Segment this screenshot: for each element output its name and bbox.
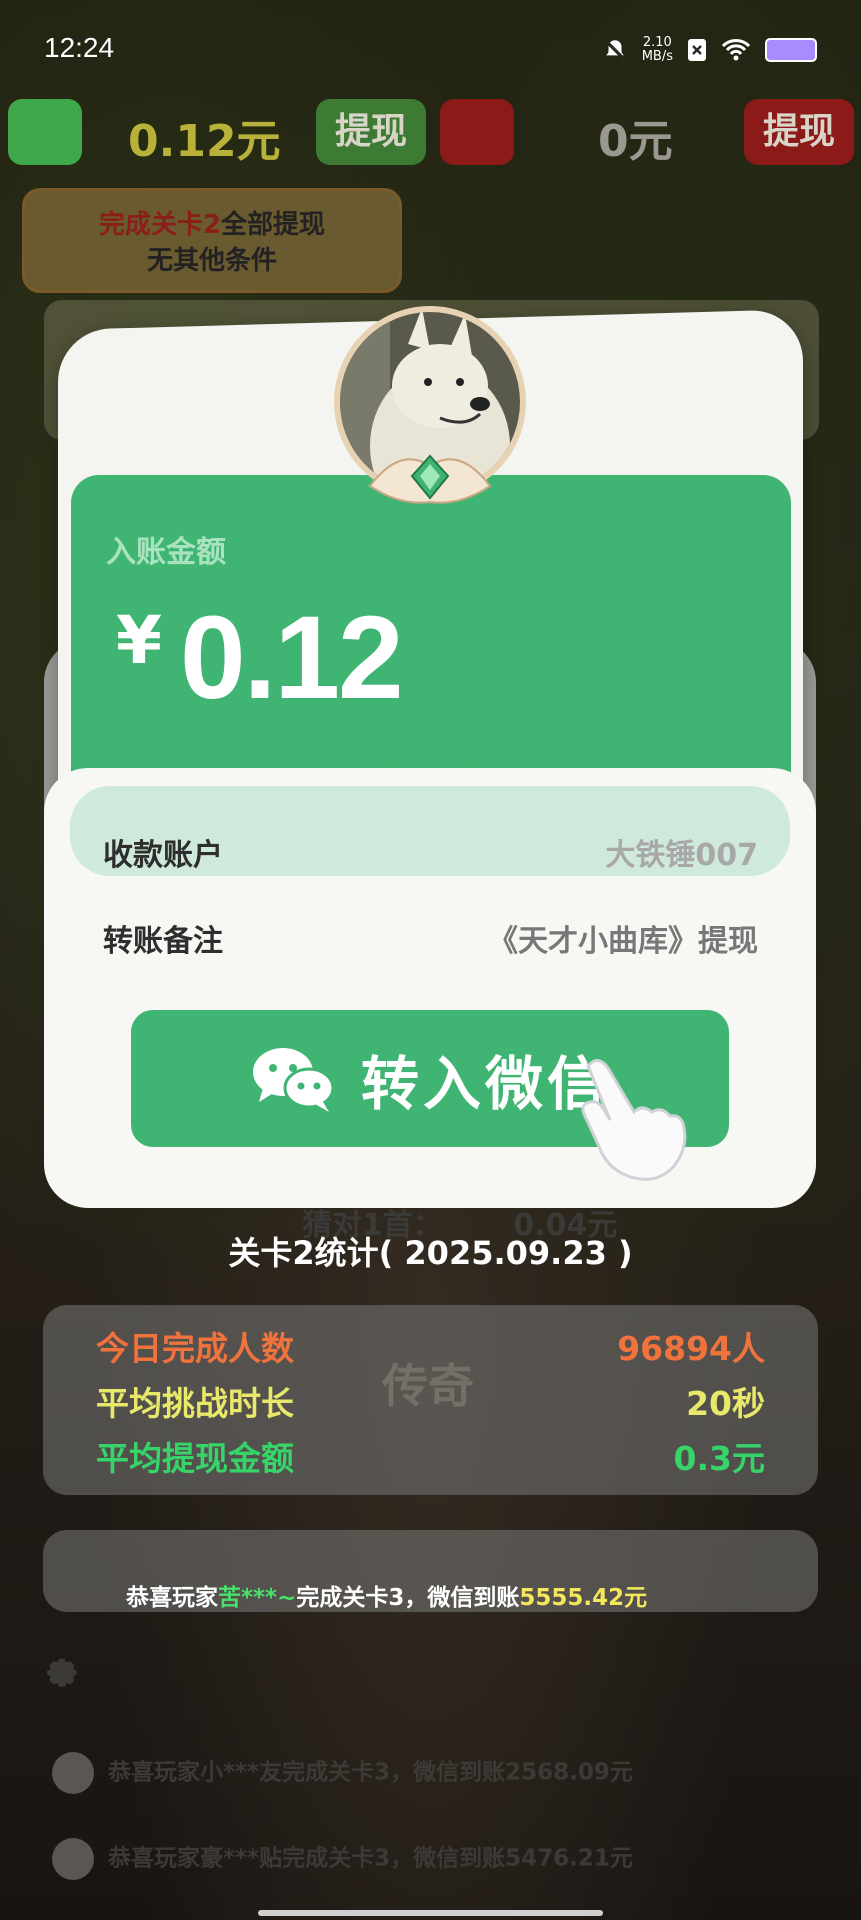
sim-x-icon: [688, 39, 706, 61]
remark-label: 转账备注: [103, 924, 223, 959]
withdraw-button[interactable]: 提现: [316, 99, 426, 165]
stat-value-completions: 96894人: [617, 1329, 765, 1368]
wechat-icon: [8, 99, 82, 165]
stat-label-completions: 今日完成人数: [96, 1329, 294, 1368]
winner-notice: 恭喜玩家苦***~完成关卡3，微信到账5555.42元: [126, 1585, 648, 1611]
account-label: 收款账户: [103, 838, 223, 873]
status-bar: 12:24 2.10 MB/s: [0, 0, 861, 100]
stat-value-duration: 20秒: [686, 1384, 765, 1423]
withdraw-button-2[interactable]: 提现: [744, 99, 854, 165]
currency-symbol: ¥: [116, 602, 162, 679]
stats-title: 关卡2统计( 2025.09.23 ): [228, 1234, 633, 1272]
avatar: [334, 306, 526, 504]
ghost-word: 传奇: [382, 1359, 474, 1413]
redpacket-balance: 0元: [598, 116, 673, 167]
stat-label-withdraw: 平均提现金额: [96, 1439, 294, 1478]
network-speed: 2.10 MB/s: [641, 35, 673, 64]
red-packet-icon: [440, 99, 514, 165]
wechat-balance: 0.12元: [128, 116, 281, 167]
stat-value-withdraw: 0.3元: [673, 1439, 765, 1478]
stat-label-duration: 平均挑战时长: [96, 1384, 294, 1423]
battery-icon: [765, 38, 817, 62]
clock: 12:24: [44, 32, 115, 63]
account-value: 大铁锤007: [605, 838, 758, 873]
heart-icon: [52, 1752, 94, 1794]
pointing-hand-icon: [581, 1059, 687, 1181]
feed-item: 恭喜玩家小***友完成关卡3，微信到账2568.09元: [52, 1752, 633, 1794]
mute-bell-icon: [603, 39, 626, 61]
balance-bar: 0.12元 提现 0元 提现: [8, 95, 854, 175]
amount-label: 入账金额: [106, 535, 226, 570]
avatar-icon: [52, 1838, 94, 1880]
remark-value: 《天才小曲库》提现: [488, 924, 758, 959]
home-indicator[interactable]: [258, 1910, 603, 1916]
settings-gear-icon[interactable]: [40, 1650, 82, 1692]
amount-value: 0.12: [180, 592, 404, 724]
wifi-icon: [721, 39, 751, 61]
feed-item: 恭喜玩家豪***贴完成关卡3，微信到账5476.21元: [52, 1838, 633, 1880]
wechat-icon: [252, 1047, 335, 1112]
withdraw-condition-banner: 完成关卡2全部提现 无其他条件: [22, 188, 402, 293]
